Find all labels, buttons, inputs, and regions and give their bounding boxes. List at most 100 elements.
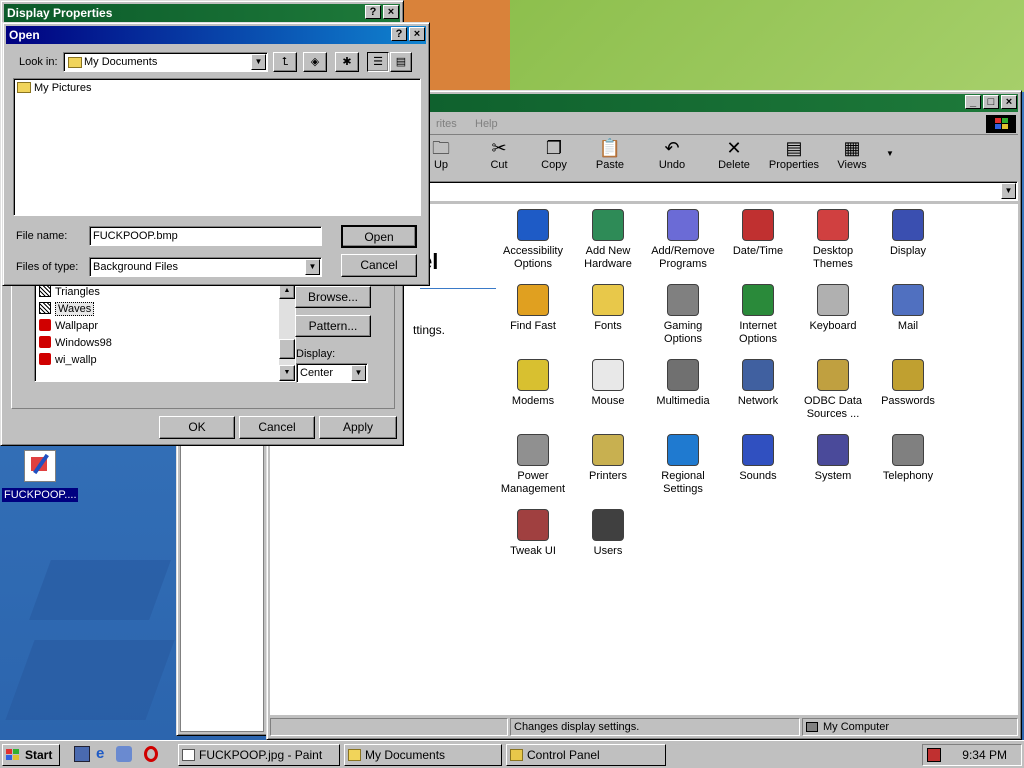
pattern-icon <box>39 285 51 297</box>
look-in-select[interactable]: My Documents ▼ <box>63 52 268 72</box>
show-desktop-icon[interactable] <box>74 746 90 762</box>
task-my-documents[interactable]: My Documents <box>344 744 502 766</box>
cp-item-accessibility-options[interactable]: Accessibility Options <box>495 209 571 271</box>
cp-item-users[interactable]: Users <box>570 509 646 558</box>
display-settings-tray-icon[interactable] <box>927 748 941 762</box>
cp-item-fonts[interactable]: Fonts <box>570 284 646 333</box>
open-button[interactable]: Open <box>341 225 417 248</box>
cp-item-label: Telephony <box>882 470 934 482</box>
quick-launch: e <box>68 746 168 764</box>
cp-item-printers[interactable]: Printers <box>570 434 646 483</box>
toolbar-cut-button[interactable]: ✂ Cut <box>472 137 526 173</box>
toolbar-delete-button[interactable]: ✕ Delete <box>707 137 761 173</box>
cancel-button[interactable]: Cancel <box>239 416 315 439</box>
look-in-dropdown-button[interactable]: ▼ <box>251 54 266 70</box>
scroll-down-button[interactable]: ▼ <box>279 365 295 381</box>
desktop-button[interactable]: ◈ <box>303 52 327 72</box>
up-one-level-button[interactable]: ⮤ <box>273 52 297 72</box>
toolbar-undo-button[interactable]: ↶ Undo <box>645 137 699 173</box>
cp-item-mail[interactable]: Mail <box>870 284 946 333</box>
cp-item-mouse[interactable]: Mouse <box>570 359 646 408</box>
new-folder-button[interactable]: ✱ <box>335 52 359 72</box>
help-button[interactable]: ? <box>365 5 381 19</box>
scroll-thumb[interactable] <box>279 339 295 359</box>
cp-item-add-remove-programs[interactable]: Add/Remove Programs <box>645 209 721 271</box>
cp-item-telephony[interactable]: Telephony <box>870 434 946 483</box>
cp-item-date-time[interactable]: Date/Time <box>720 209 796 258</box>
list-item[interactable]: My Pictures <box>17 82 91 94</box>
cancel-button[interactable]: Cancel <box>341 254 417 277</box>
my-documents-window[interactable] <box>176 430 268 736</box>
pattern-button[interactable]: Pattern... <box>295 315 371 337</box>
start-button[interactable]: Start <box>2 744 60 766</box>
display-properties-titlebar[interactable]: Display Properties <box>4 4 400 22</box>
toolbar-properties-button[interactable]: ▤ Properties <box>763 137 825 173</box>
wallpaper-list-scrollbar[interactable]: ▲ ▼ <box>279 283 295 381</box>
list-item[interactable]: wi_wallp <box>39 352 97 368</box>
status-text-pane: Changes display settings. <box>510 718 800 736</box>
toolbar-views-button[interactable]: ▦ Views <box>825 137 879 173</box>
cp-item-regional-settings[interactable]: Regional Settings <box>645 434 721 496</box>
toolbar-copy-button[interactable]: ❐ Copy <box>527 137 581 173</box>
control-panel-icon <box>510 749 523 761</box>
minimize-button[interactable]: _ <box>965 95 981 109</box>
cp-item-multimedia[interactable]: Multimedia <box>645 359 721 408</box>
cp-item-power-management[interactable]: Power Management <box>495 434 571 496</box>
apply-button[interactable]: Apply <box>319 416 397 439</box>
my-computer-small-icon <box>806 722 818 732</box>
help-button[interactable]: ? <box>391 27 407 41</box>
close-button[interactable]: × <box>409 27 425 41</box>
cp-item-label: Keyboard <box>809 320 857 332</box>
list-item[interactable]: Triangles <box>39 284 100 300</box>
printers-icon <box>592 434 624 466</box>
list-item[interactable]: Wallpapr <box>39 318 98 334</box>
list-view-button[interactable]: ☰ <box>367 52 389 72</box>
toolbar-paste-button[interactable]: 📋 Paste <box>583 137 637 173</box>
cp-item-network[interactable]: Network <box>720 359 796 408</box>
cp-item-tweak-ui[interactable]: Tweak UI <box>495 509 571 558</box>
opera-icon[interactable] <box>144 746 158 762</box>
list-item[interactable]: Windows98 <box>39 335 112 351</box>
wallpaper-list[interactable]: Triangles Waves Wallpapr Windows98 wi_wallp … <box>34 282 296 382</box>
outlook-express-icon[interactable] <box>116 746 132 762</box>
cp-item-add-new-hardware[interactable]: Add New Hardware <box>570 209 646 271</box>
file-list[interactable]: My Pictures <box>13 78 421 216</box>
file-name-input[interactable]: FUCKPOOP.bmp <box>89 226 322 246</box>
desktop-icon-fuckpoop[interactable]: FUCKPOOP.... <box>2 450 78 502</box>
cp-item-sounds[interactable]: Sounds <box>720 434 796 483</box>
cp-item-passwords[interactable]: Passwords <box>870 359 946 408</box>
list-item[interactable]: Waves <box>39 301 95 317</box>
task-paint[interactable]: FUCKPOOP.jpg - Paint <box>178 744 340 766</box>
display-mode-select[interactable]: Center ▼ <box>296 363 368 383</box>
cp-item-desktop-themes[interactable]: Desktop Themes <box>795 209 871 271</box>
cp-item-internet-options[interactable]: Internet Options <box>720 284 796 346</box>
internet-explorer-icon[interactable]: e <box>96 746 104 762</box>
display-mode-dropdown-button[interactable]: ▼ <box>351 365 366 381</box>
cp-item-label: Power Management <box>500 470 566 495</box>
ok-button[interactable]: OK <box>159 416 235 439</box>
browse-button[interactable]: Browse... <box>295 286 371 308</box>
views-dropdown-arrow-icon[interactable]: ▼ <box>886 149 894 158</box>
cp-item-display[interactable]: Display <box>870 209 946 258</box>
close-button[interactable]: × <box>1001 95 1017 109</box>
clock[interactable]: 9:34 PM <box>962 748 1007 762</box>
cp-item-find-fast[interactable]: Find Fast <box>495 284 571 333</box>
menu-help[interactable]: Help <box>475 118 498 130</box>
close-button[interactable]: × <box>383 5 399 19</box>
address-dropdown-button[interactable]: ▼ <box>1001 183 1016 199</box>
files-of-type-dropdown-button[interactable]: ▼ <box>305 259 320 275</box>
open-dialog-titlebar[interactable]: Open <box>6 26 426 44</box>
details-view-button[interactable]: ▤ <box>390 52 412 72</box>
image-file-icon <box>39 336 51 348</box>
cp-item-keyboard[interactable]: Keyboard <box>795 284 871 333</box>
task-control-panel[interactable]: Control Panel <box>506 744 666 766</box>
cp-item-modems[interactable]: Modems <box>495 359 571 408</box>
cp-item-gaming-options[interactable]: Gaming Options <box>645 284 721 346</box>
files-of-type-select[interactable]: Background Files ▼ <box>89 257 322 277</box>
cp-item-odbc-data-sources[interactable]: ODBC Data Sources ... <box>795 359 871 421</box>
open-dialog[interactable]: Open ? × Look in: My Documents ▼ ⮤ ◈ ✱ ☰… <box>2 22 430 286</box>
menu-favorites[interactable]: rites <box>436 118 457 130</box>
maximize-button[interactable]: □ <box>983 95 999 109</box>
scissors-icon: ✂ <box>491 138 507 158</box>
cp-item-system[interactable]: System <box>795 434 871 483</box>
